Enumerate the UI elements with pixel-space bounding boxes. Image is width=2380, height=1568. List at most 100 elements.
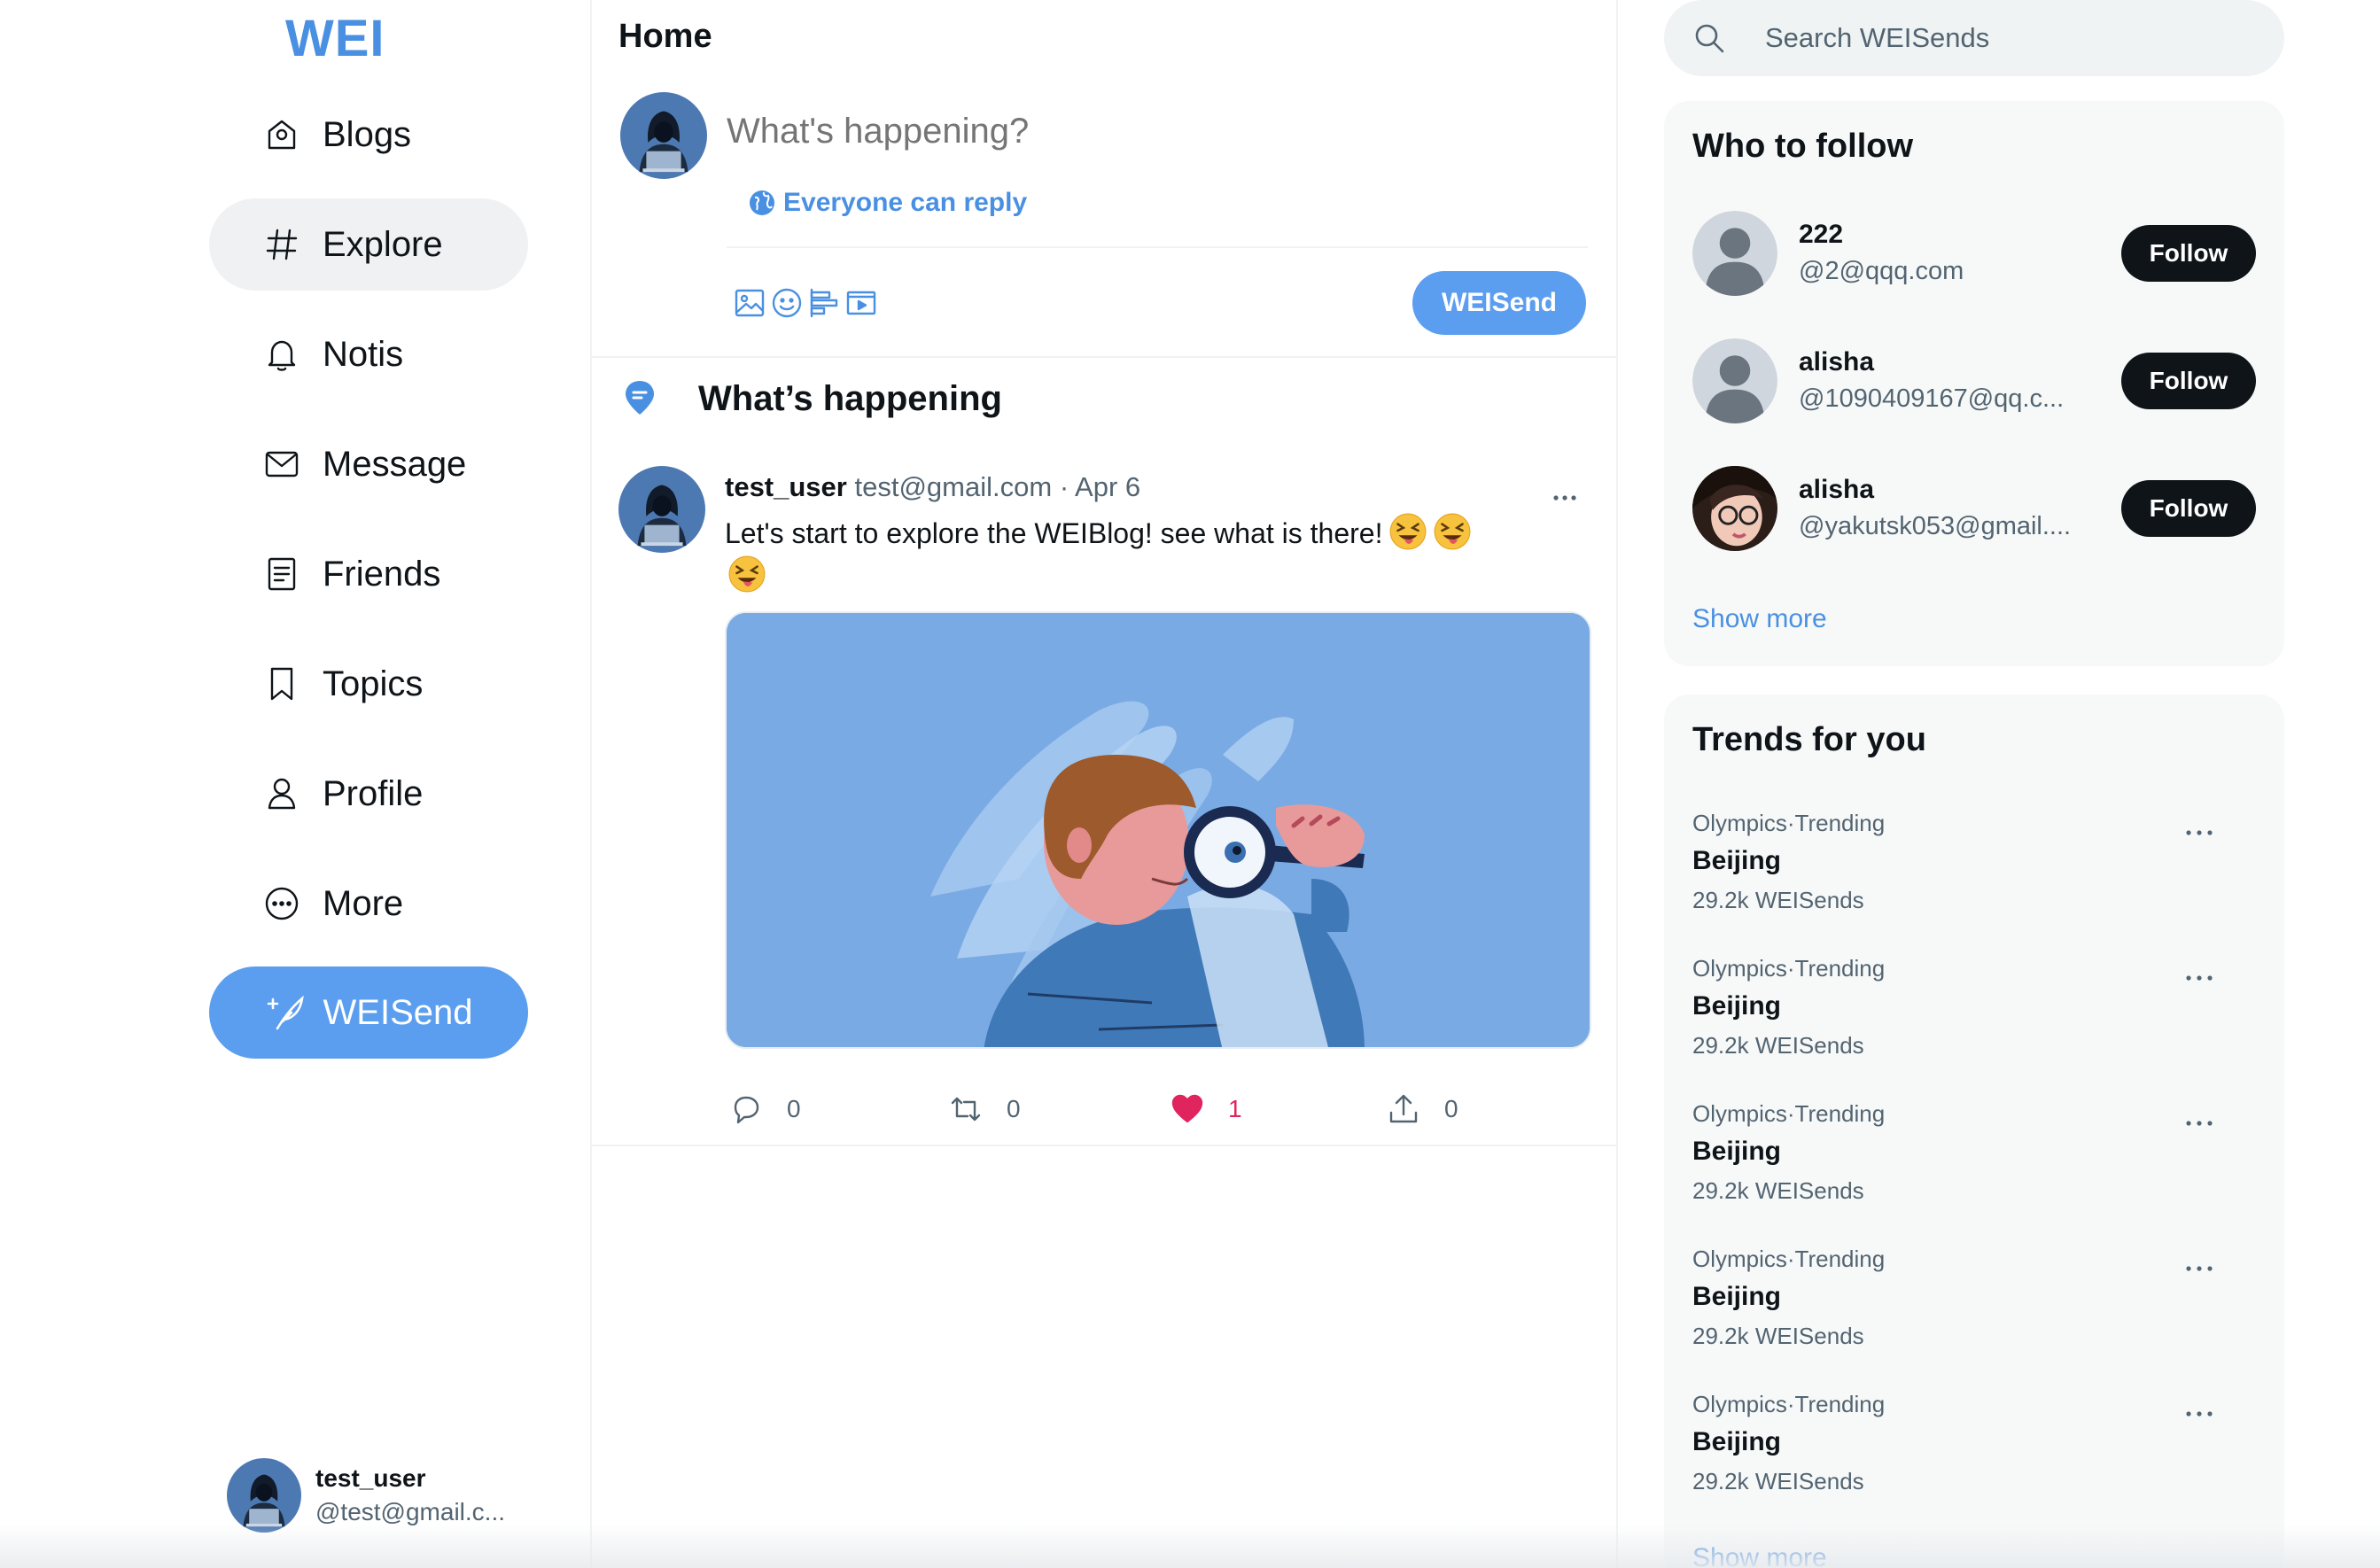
reply-scope-selector[interactable]: Everyone can reply bbox=[748, 188, 1027, 218]
post-image[interactable] bbox=[725, 611, 1591, 1049]
bookmark-icon bbox=[261, 663, 303, 705]
home-icon bbox=[261, 113, 303, 156]
sidebar-item-message[interactable]: Message bbox=[209, 418, 528, 510]
sidebar-item-label: Message bbox=[323, 444, 467, 484]
suggestion-name: alisha bbox=[1799, 347, 1875, 376]
sidebar-item-more[interactable]: More bbox=[209, 858, 528, 950]
left-sidebar: WEI Blogs Explore Notis Message Friends … bbox=[0, 0, 590, 1568]
more-horizontal-icon[interactable] bbox=[1547, 478, 1583, 514]
more-horizontal-icon[interactable] bbox=[2182, 822, 2217, 843]
trends-card: Trends for you Olympics·Trending Beijing… bbox=[1664, 695, 2284, 1568]
video-icon bbox=[846, 291, 876, 315]
follow-suggestion[interactable]: 222 @2@qqq.com Follow bbox=[1692, 211, 2256, 299]
trend-item[interactable]: Olympics·Trending Beijing 29.2k WEISends bbox=[1692, 1100, 2256, 1233]
trend-item[interactable]: Olympics·Trending Beijing 29.2k WEISends bbox=[1692, 955, 2256, 1088]
sidebar-item-friends[interactable]: Friends bbox=[209, 528, 528, 620]
suggestion-name: 222 bbox=[1799, 220, 1844, 249]
post-body: Let's start to explore the WEIBlog! see … bbox=[725, 512, 1505, 597]
explorer-illustration bbox=[727, 613, 1590, 1047]
trend-item[interactable]: Olympics·Trending Beijing 29.2k WEISends bbox=[1692, 1246, 2256, 1378]
trend-context: Olympics·Trending bbox=[1692, 1391, 1886, 1417]
post-date: · Apr 6 bbox=[1059, 471, 1141, 502]
sidebar-item-blogs[interactable]: Blogs bbox=[209, 89, 528, 181]
trend-item[interactable]: Olympics·Trending Beijing 29.2k WEISends bbox=[1692, 1391, 2256, 1524]
sidebar-item-notis[interactable]: Notis bbox=[209, 308, 528, 400]
sidebar-item-label: Topics bbox=[323, 664, 424, 703]
avatar bbox=[1692, 211, 1777, 296]
heart-icon bbox=[1171, 1094, 1203, 1123]
trend-name: Beijing bbox=[1692, 1282, 1782, 1311]
avatar bbox=[227, 1458, 301, 1533]
sidebar-item-explore[interactable]: Explore bbox=[209, 198, 528, 291]
search-bar[interactable] bbox=[1664, 0, 2284, 76]
repost-button[interactable]: 0 bbox=[948, 1088, 1021, 1130]
trend-name: Beijing bbox=[1692, 1137, 1782, 1166]
follow-button[interactable]: Follow bbox=[2121, 480, 2256, 537]
laughing-emoji-icon bbox=[728, 555, 766, 593]
sidebar-item-label: More bbox=[323, 883, 404, 923]
more-horizontal-icon[interactable] bbox=[2182, 1258, 2217, 1279]
sidebar-item-topics[interactable]: Topics bbox=[209, 638, 528, 730]
trend-count: 29.2k WEISends bbox=[1692, 1468, 1864, 1494]
share-button[interactable]: 0 bbox=[1386, 1088, 1458, 1130]
sidebar-item-profile[interactable]: Profile bbox=[209, 748, 528, 840]
suggestion-handle: @2@qqq.com bbox=[1799, 257, 1964, 285]
trend-count: 29.2k WEISends bbox=[1692, 887, 1864, 913]
trend-context: Olympics·Trending bbox=[1692, 810, 1886, 836]
app-root: WEI Blogs Explore Notis Message Friends … bbox=[0, 0, 2380, 1568]
user-icon bbox=[261, 772, 303, 815]
laughing-emoji-icon bbox=[1434, 513, 1472, 550]
right-sidebar: Who to follow 222 @2@qqq.com Follow alis… bbox=[1664, 0, 2284, 1568]
sidebar-weisend-button[interactable]: WEISend bbox=[209, 966, 528, 1059]
search-input[interactable] bbox=[1765, 22, 2261, 54]
post-text: Let's start to explore the WEIBlog! see … bbox=[725, 517, 1383, 549]
app-logo[interactable]: WEI bbox=[285, 9, 385, 68]
reply-count: 0 bbox=[787, 1095, 801, 1122]
trend-item[interactable]: Olympics·Trending Beijing 29.2k WEISends bbox=[1692, 810, 2256, 943]
suggestion-handle: @1090409167@qq.c... bbox=[1799, 384, 2065, 413]
video-button[interactable] bbox=[842, 283, 881, 322]
compose-input[interactable] bbox=[727, 112, 1577, 151]
image-icon bbox=[735, 289, 765, 317]
like-button[interactable]: 1 bbox=[1170, 1088, 1242, 1130]
who-to-follow-title: Who to follow bbox=[1692, 128, 1914, 165]
share-count: 0 bbox=[1444, 1095, 1458, 1122]
more-circle-icon bbox=[261, 882, 303, 925]
post-actions: 0 0 1 0 bbox=[592, 1088, 1616, 1141]
post-avatar[interactable] bbox=[618, 466, 705, 553]
post-handle: test@gmail.com bbox=[854, 471, 1053, 502]
media-button[interactable] bbox=[730, 283, 769, 322]
follow-button[interactable]: Follow bbox=[2121, 353, 2256, 409]
follow-suggestion[interactable]: alisha @1090409167@qq.c... Follow bbox=[1692, 338, 2256, 427]
reply-scope-label: Everyone can reply bbox=[783, 188, 1028, 217]
section-title: What’s happening bbox=[698, 379, 1002, 418]
post-author[interactable]: test_user bbox=[725, 471, 847, 502]
show-more-link[interactable]: Show more bbox=[1692, 1543, 1827, 1568]
trends-title: Trends for you bbox=[1692, 721, 1926, 758]
section-divider bbox=[592, 356, 1616, 358]
laughing-emoji-icon bbox=[1389, 513, 1427, 550]
bell-icon bbox=[261, 333, 303, 376]
poll-button[interactable] bbox=[805, 283, 844, 322]
repost-count: 0 bbox=[1007, 1095, 1021, 1122]
avatar bbox=[1692, 338, 1777, 423]
feather-plus-icon bbox=[267, 995, 304, 1030]
sidebar-item-label: Friends bbox=[323, 554, 441, 594]
trend-name: Beijing bbox=[1692, 1427, 1782, 1456]
show-more-link[interactable]: Show more bbox=[1692, 604, 1827, 634]
more-horizontal-icon[interactable] bbox=[2182, 967, 2217, 989]
more-horizontal-icon[interactable] bbox=[2182, 1113, 2217, 1134]
sidebar-item-label: Explore bbox=[323, 224, 443, 264]
weisend-post-button[interactable]: WEISend bbox=[1412, 271, 1586, 335]
trend-name: Beijing bbox=[1692, 846, 1782, 875]
page-title: Home bbox=[618, 18, 712, 55]
globe-icon bbox=[750, 190, 774, 215]
follow-suggestion[interactable]: alisha @yakutsk053@gmail.... Follow bbox=[1692, 466, 2256, 555]
follow-button[interactable]: Follow bbox=[2121, 225, 2256, 282]
reply-button[interactable]: 0 bbox=[728, 1088, 801, 1130]
sidebar-item-label: Notis bbox=[323, 334, 404, 374]
emoji-button[interactable] bbox=[767, 283, 806, 322]
sidebar-item-label: Blogs bbox=[323, 114, 412, 154]
account-switcher[interactable]: test_user @test@gmail.c... bbox=[227, 1458, 505, 1533]
more-horizontal-icon[interactable] bbox=[2182, 1403, 2217, 1424]
